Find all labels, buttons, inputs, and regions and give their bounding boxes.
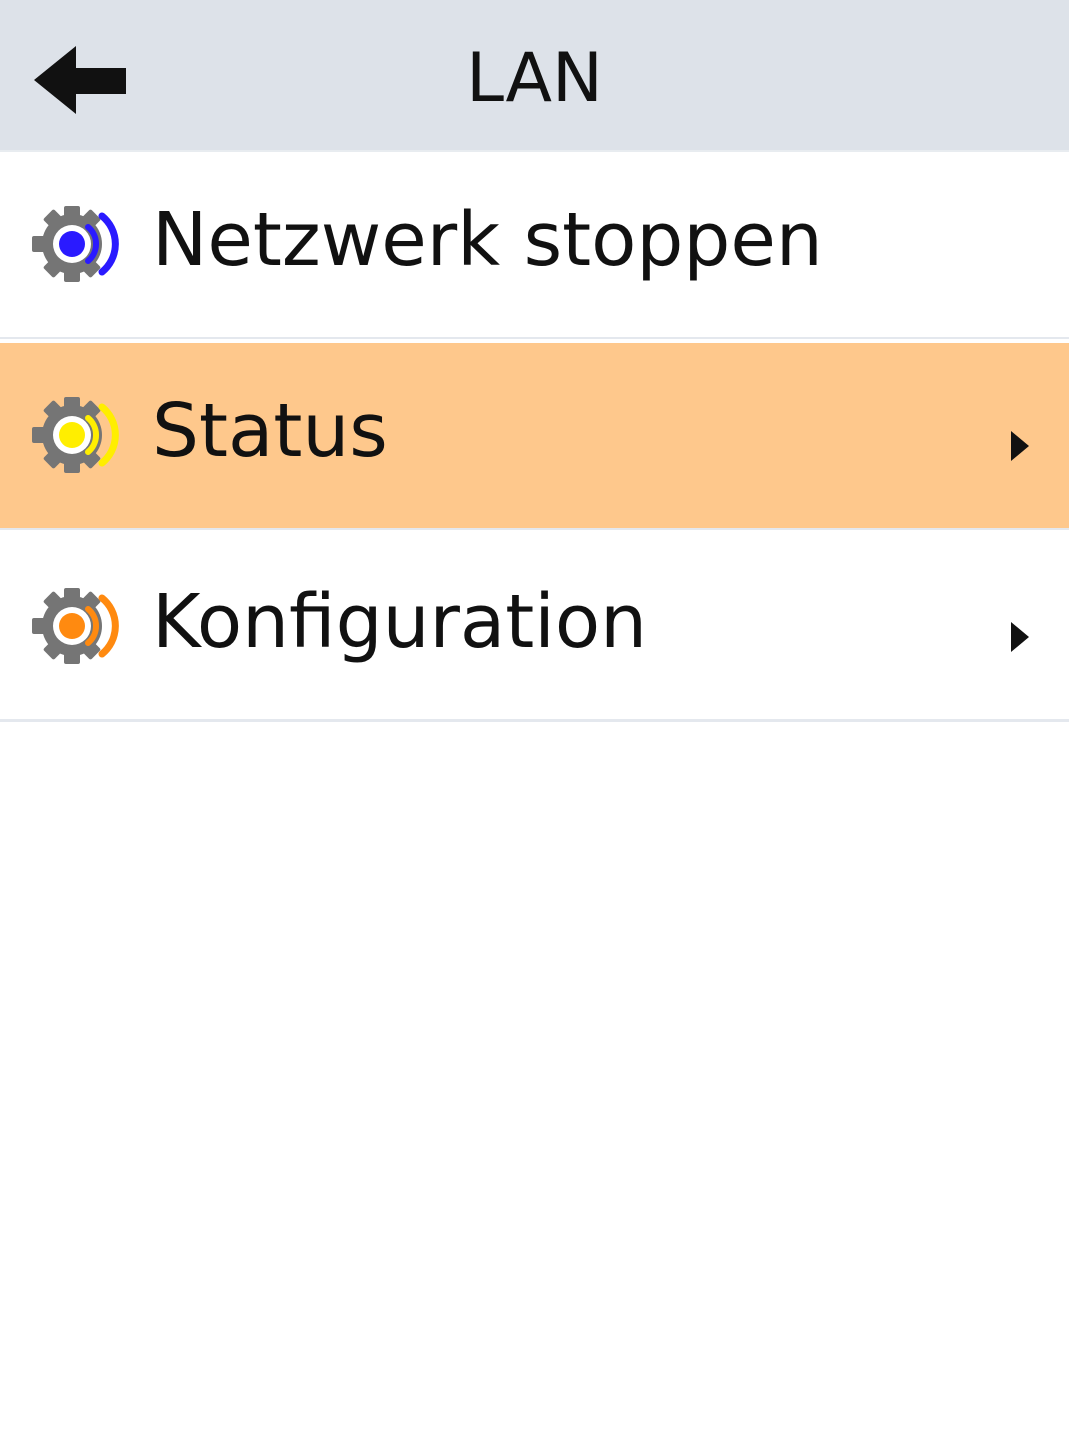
menu-item-label: Konfiguration	[152, 579, 648, 665]
header-bar: LAN	[0, 0, 1069, 152]
menu-item-konfiguration[interactable]: Konfiguration	[0, 534, 1069, 719]
menu-item-status[interactable]: Status	[0, 343, 1069, 528]
menu-list: Netzwerk stoppen Status Konfiguration	[0, 152, 1069, 725]
back-button[interactable]	[30, 40, 130, 120]
network-gear-icon	[32, 397, 119, 473]
divider	[0, 719, 1069, 725]
page-title: LAN	[466, 39, 603, 118]
chevron-right-icon	[1011, 622, 1029, 652]
menu-item-label: Status	[152, 388, 388, 474]
arrow-left-icon	[34, 46, 126, 114]
chevron-right-icon	[1011, 431, 1029, 461]
network-gear-icon	[32, 206, 119, 282]
menu-item-netzwerk-stoppen[interactable]: Netzwerk stoppen	[0, 152, 1069, 337]
network-gear-icon	[32, 588, 119, 664]
menu-item-label: Netzwerk stoppen	[152, 197, 823, 283]
